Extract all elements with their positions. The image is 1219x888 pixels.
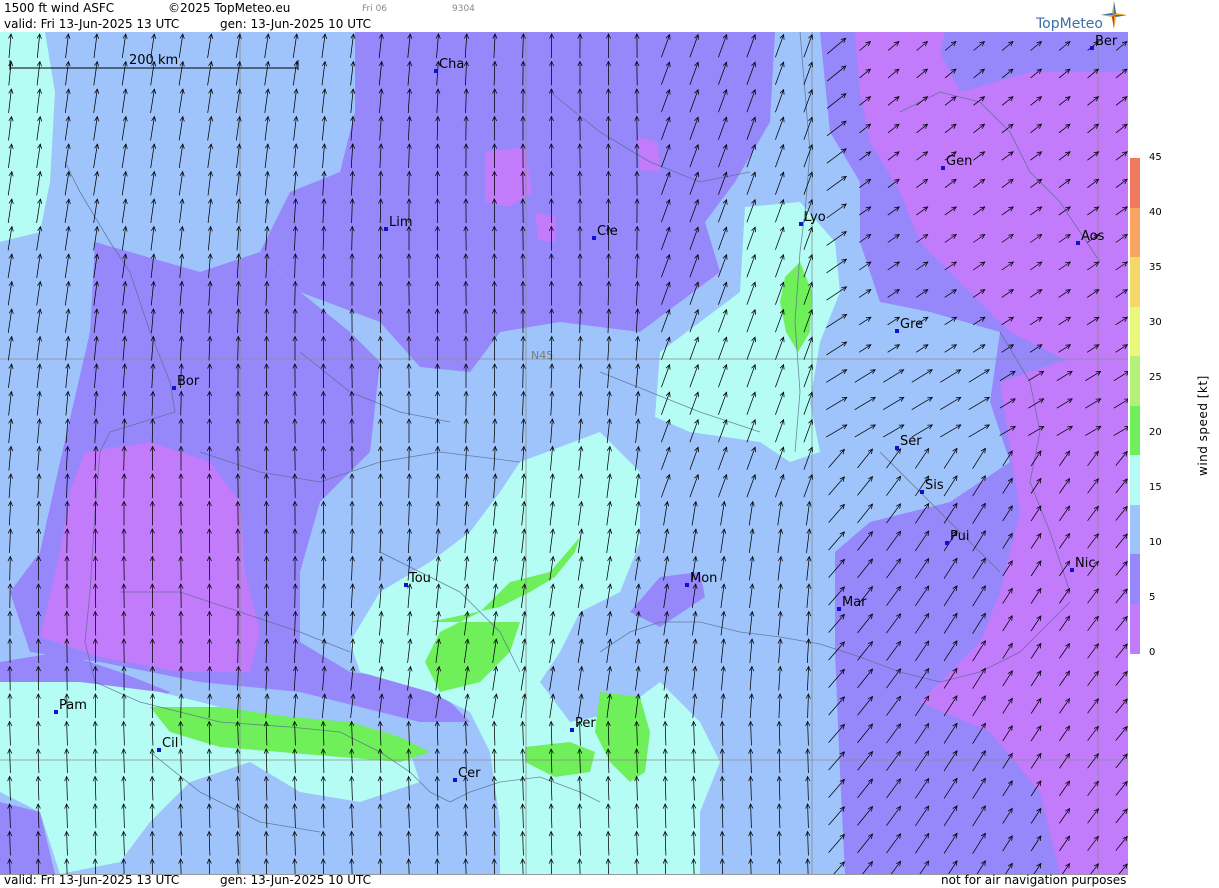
city-marker-lim: Lim [384,215,413,231]
legend-tick-label: 35 [1149,263,1162,273]
city-marker-tou: Tou [404,571,431,587]
legend-tick-label: 15 [1149,483,1162,493]
city-label: Mon [690,571,717,586]
run-code: 9304 [452,4,475,14]
legend-color-step [1130,307,1140,357]
city-label: Sis [925,478,944,493]
city-label: Per [575,716,596,731]
legend-tick-label: 30 [1149,318,1162,328]
city-dot [172,386,176,390]
city-marker-aos: Aos [1076,229,1105,245]
city-dot [941,166,945,170]
gridline-label: N45 [531,349,553,362]
city-label: Pam [59,698,87,713]
legend-tick-label: 25 [1149,373,1162,383]
city-label: Gre [900,317,923,332]
city-dot [592,236,596,240]
city-dot [685,583,689,587]
city-dot [945,541,949,545]
disclaimer: not for air navigation purposes [941,873,1126,887]
legend-tick-label: 20 [1149,428,1162,438]
legend-tick-label: 45 [1149,153,1162,163]
scale-label: 200 km [129,53,178,68]
city-label: Ber [1095,34,1118,49]
legend-tick-label: 10 [1149,538,1162,548]
city-dot [404,583,408,587]
city-dot [453,778,457,782]
city-dot [920,490,924,494]
legend-color-step [1130,604,1140,654]
city-label: Cha [439,57,464,72]
valid-time: valid: Fri 13-Jun-2025 13 UTC [4,17,179,31]
city-marker-cer: Cer [453,766,481,782]
city-label: Gen [946,154,972,169]
legend-color-step [1130,505,1140,555]
city-label: Tou [408,571,431,586]
city-marker-cha: Cha [434,57,464,73]
city-dot [895,329,899,333]
city-marker-gre: Gre [895,317,923,333]
city-marker-mon: Mon [685,571,717,587]
city-dot [1070,568,1074,572]
city-label: Nic [1075,556,1095,571]
wind-map: N45 200 km Cha Ber Lim Cle Gen Lyo Aos Gre Bor Se… [0,32,1128,874]
legend-tick-label: 40 [1149,208,1162,218]
legend-colorbar [1130,158,1140,653]
wind-zone-calm-center3 [638,137,660,172]
map-title: 1500 ft wind ASFC [4,1,114,15]
legend-title: wind speed [kt] [1196,375,1210,476]
legend-tick-label: 5 [1149,593,1155,603]
city-label: Lim [389,215,413,230]
legend-color-step [1130,406,1140,456]
city-marker-ber: Ber [1090,34,1118,50]
legend-color-step [1130,208,1140,258]
city-marker-gen: Gen [941,154,972,170]
legend-color-step [1130,455,1140,505]
city-label: Bor [177,374,200,389]
city-label: Pui [950,529,969,544]
city-dot [157,748,161,752]
city-dot [1090,46,1094,50]
legend-tick-label: 0 [1149,648,1155,658]
city-dot [54,710,58,714]
city-dot [434,69,438,73]
city-label: Aos [1081,229,1105,244]
city-marker-ser: Ser [895,434,922,450]
legend-color-step [1130,554,1140,604]
topmeteo-logo-text: TopMeteo [1036,16,1103,32]
copyright: ©2025 TopMeteo.eu [168,1,290,15]
city-label: Ser [900,434,922,449]
compass-star-icon [1100,0,1128,30]
city-marker-bor: Bor [172,374,200,390]
city-marker-mar: Mar [837,595,867,611]
legend-color-step [1130,257,1140,307]
footer-generated-time: gen: 13-Jun-2025 10 UTC [220,873,371,887]
city-dot [1076,241,1080,245]
generated-time: gen: 13-Jun-2025 10 UTC [220,17,371,31]
legend-color-step [1130,158,1140,208]
city-label: Cle [597,224,618,239]
city-dot [837,607,841,611]
city-label: Mar [842,595,867,610]
legend-color-step [1130,356,1140,406]
city-dot [895,446,899,450]
city-dot [799,222,803,226]
day-code: Fri 06 [362,4,387,14]
city-marker-pam: Pam [54,698,87,714]
footer-valid-time: valid: Fri 13-Jun-2025 13 UTC [4,873,179,887]
city-dot [570,728,574,732]
city-label: Cer [458,766,481,781]
city-label: Lyo [804,210,826,225]
city-dot [384,227,388,231]
city-label: Cil [162,736,178,751]
